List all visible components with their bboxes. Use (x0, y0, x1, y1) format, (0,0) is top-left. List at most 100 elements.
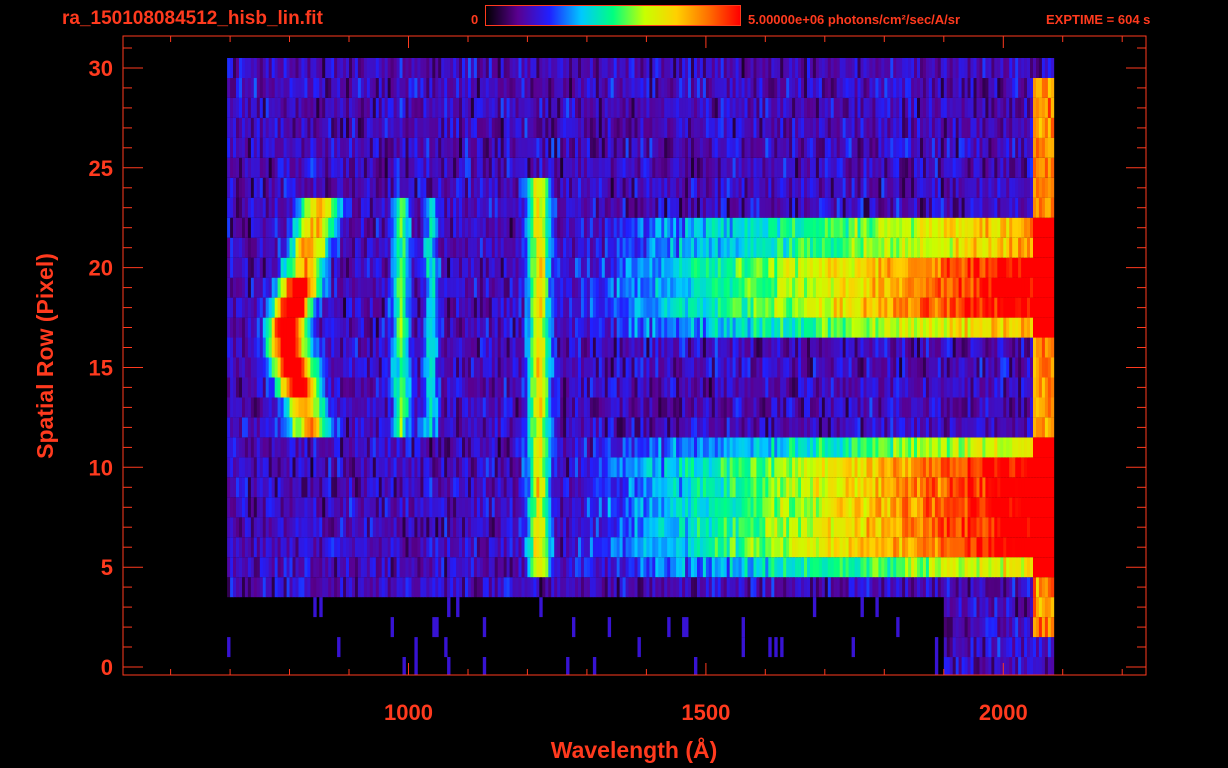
heatmap-cell (438, 397, 442, 418)
heatmap-cell (613, 457, 618, 478)
heatmap-cell (771, 477, 775, 498)
heatmap-cell (682, 257, 686, 278)
heatmap-cell (717, 577, 722, 598)
heatmap-cell (509, 577, 513, 598)
heatmap-cell (411, 297, 415, 318)
heatmap-cell (355, 457, 359, 478)
heatmap-cell (402, 317, 406, 338)
heatmap-cell (310, 397, 314, 418)
heatmap-cell (506, 337, 510, 358)
heatmap-cell (366, 537, 371, 558)
heatmap-cell (967, 377, 971, 398)
heatmap-cell (899, 417, 903, 438)
heatmap-cell (402, 497, 406, 518)
heatmap-cell (426, 317, 430, 338)
heatmap-cell (928, 477, 933, 498)
heatmap-cell (396, 557, 400, 578)
heatmap-cell (405, 417, 409, 438)
heatmap-cell (952, 497, 957, 518)
heatmap-cell (494, 417, 499, 438)
heatmap-cell (964, 537, 968, 558)
heatmap-cell (985, 417, 989, 438)
heatmap-cell (381, 517, 386, 538)
heatmap-cell (836, 557, 841, 578)
heatmap-cell (274, 337, 279, 358)
heatmap-cell (625, 417, 629, 438)
heatmap-cell (298, 537, 302, 558)
heatmap-cell (506, 297, 510, 318)
heatmap-cell (682, 457, 686, 478)
heatmap-cell (795, 317, 799, 338)
heatmap-cell (705, 337, 710, 358)
heatmap-cell (515, 277, 519, 298)
heatmap-cell (783, 277, 787, 298)
heatmap-cell (363, 357, 368, 378)
heatmap-cell (896, 417, 900, 438)
heatmap-cell (393, 277, 397, 298)
heatmap-cell (845, 317, 849, 338)
heatmap-cell (533, 477, 537, 498)
heatmap-cell (250, 357, 255, 378)
heatmap-cell (1036, 597, 1040, 618)
heatmap-cell (854, 357, 858, 378)
heatmap-cell (575, 277, 579, 298)
heatmap-cell (643, 317, 647, 338)
heatmap-cell (476, 457, 481, 478)
heatmap-cell (976, 577, 980, 598)
heatmap-cell (726, 417, 731, 438)
heatmap-cell (994, 657, 998, 675)
heatmap-cell (875, 277, 879, 298)
heatmap-cell (815, 397, 820, 418)
heatmap-cell (943, 257, 948, 278)
heatmap-cell (973, 477, 977, 498)
heatmap-cell (1021, 257, 1025, 278)
heatmap-cell (964, 417, 968, 438)
heatmap-cell (658, 257, 662, 278)
heatmap-cell (262, 237, 267, 258)
heatmap-cell (435, 397, 439, 418)
heatmap-cell (902, 357, 906, 378)
heatmap-cell (357, 257, 362, 278)
heatmap-cell (640, 497, 644, 518)
heatmap-cell (527, 257, 531, 278)
heatmap-cell (1024, 617, 1028, 638)
heatmap-cell (518, 477, 522, 498)
heatmap-cell (536, 357, 540, 378)
heatmap-cell (792, 417, 796, 438)
heatmap-cell (824, 277, 829, 298)
heatmap-cell (494, 297, 499, 318)
heatmap-cell (1038, 297, 1043, 318)
heatmap-cell (533, 497, 537, 518)
heatmap-cell (699, 477, 704, 498)
heatmap-cell (810, 557, 814, 578)
heatmap-cell (595, 517, 600, 538)
heatmap-cell (417, 477, 421, 498)
heatmap-cell (801, 477, 805, 498)
heatmap-cell (283, 477, 287, 498)
heatmap-cell (387, 257, 392, 278)
heatmap-cell (952, 337, 957, 358)
heatmap-cell (682, 537, 686, 558)
heatmap-cell (699, 277, 704, 298)
heatmap-cell (301, 437, 305, 458)
heatmap-cell (239, 257, 243, 278)
heatmap-cell (539, 257, 543, 278)
heatmap-cell (512, 537, 516, 558)
heatmap-cell (893, 537, 897, 558)
heatmap-cell (893, 357, 897, 378)
heatmap-cell (988, 257, 992, 278)
heatmap-cell (527, 497, 531, 518)
heatmap-cell (1021, 437, 1025, 458)
heatmap-cell (283, 437, 287, 458)
heatmap-cell (1003, 597, 1007, 618)
heatmap-cell (937, 377, 942, 398)
heatmap-cell (524, 577, 528, 598)
heatmap-cell (328, 497, 332, 518)
heatmap-cell (292, 337, 296, 358)
heatmap-cell (628, 377, 632, 398)
heatmap-cell (313, 397, 317, 418)
heatmap-cell (530, 317, 534, 338)
heatmap-cell (1009, 497, 1013, 518)
heatmap-cell (991, 657, 995, 675)
heatmap-cell (688, 297, 692, 318)
